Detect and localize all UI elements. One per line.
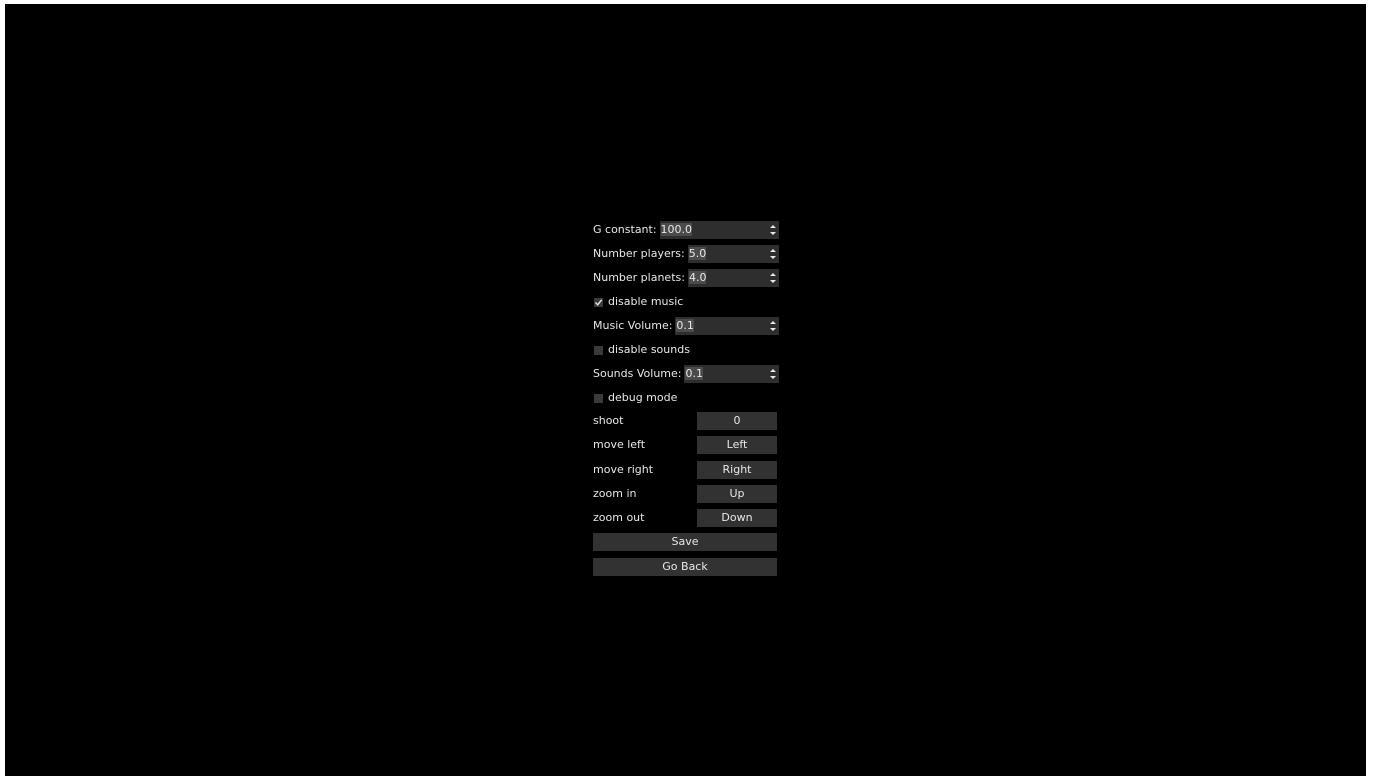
spin-arrows-icon[interactable] <box>770 272 776 284</box>
debug-mode-checkbox[interactable] <box>594 393 603 403</box>
g-constant-label: G constant: <box>593 223 657 236</box>
keybinding-row-move-left: move left Left <box>593 436 779 454</box>
spin-arrows-icon[interactable] <box>770 224 776 236</box>
debug-mode-row[interactable]: debug mode <box>593 389 779 407</box>
sounds-volume-value[interactable]: 0.1 <box>685 365 703 383</box>
number-players-value[interactable]: 5.0 <box>688 245 707 263</box>
sounds-volume-spinbox[interactable]: 0.1 <box>684 365 779 383</box>
keybinding-button-shoot[interactable]: 0 <box>697 412 777 430</box>
number-planets-spinbox[interactable]: 4.0 <box>687 269 779 287</box>
keybinding-button-move-right[interactable]: Right <box>697 461 777 479</box>
go-back-button[interactable]: Go Back <box>593 558 777 576</box>
spin-arrows-icon[interactable] <box>770 320 776 332</box>
keybinding-action-label: zoom in <box>593 487 637 500</box>
save-button[interactable]: Save <box>593 533 777 551</box>
keybinding-action-label: move left <box>593 438 646 451</box>
keybinding-button-zoom-out[interactable]: Down <box>697 509 777 527</box>
g-constant-row: G constant: 100.0 <box>593 221 779 239</box>
keybinding-row-move-right: move right Right <box>593 461 779 479</box>
keybinding-action-label: move right <box>593 463 654 476</box>
keybinding-button-move-left[interactable]: Left <box>697 436 777 454</box>
keybinding-row-zoom-out: zoom out Down <box>593 509 779 527</box>
music-volume-value[interactable]: 0.1 <box>676 317 694 335</box>
number-players-spinbox[interactable]: 5.0 <box>687 245 779 263</box>
spin-arrows-icon[interactable] <box>770 368 776 380</box>
disable-sounds-label[interactable]: disable sounds <box>608 341 690 359</box>
keybinding-row-shoot: shoot 0 <box>593 412 779 430</box>
game-viewport: G constant: 100.0 Number players: 5.0 Nu… <box>5 4 1366 776</box>
disable-music-checkbox[interactable] <box>594 297 603 307</box>
music-volume-row: Music Volume: 0.1 <box>593 317 779 335</box>
keybinding-action-label: shoot <box>593 414 624 427</box>
keybinding-button-zoom-in[interactable]: Up <box>697 485 777 503</box>
g-constant-spinbox[interactable]: 100.0 <box>659 221 779 239</box>
number-planets-value[interactable]: 4.0 <box>688 269 707 287</box>
music-volume-spinbox[interactable]: 0.1 <box>675 317 779 335</box>
debug-mode-label[interactable]: debug mode <box>608 389 677 407</box>
disable-music-label[interactable]: disable music <box>608 293 683 311</box>
number-players-label: Number players: <box>593 247 685 260</box>
checkmark-icon <box>594 298 603 306</box>
disable-music-row[interactable]: disable music <box>593 293 779 311</box>
sounds-volume-label: Sounds Volume: <box>593 367 682 380</box>
keybinding-row-zoom-in: zoom in Up <box>593 485 779 503</box>
spin-arrows-icon[interactable] <box>770 248 776 260</box>
sounds-volume-row: Sounds Volume: 0.1 <box>593 365 779 383</box>
number-planets-label: Number planets: <box>593 271 685 284</box>
disable-sounds-row[interactable]: disable sounds <box>593 341 779 359</box>
disable-sounds-checkbox[interactable] <box>594 345 603 355</box>
number-planets-row: Number planets: 4.0 <box>593 269 779 287</box>
g-constant-value[interactable]: 100.0 <box>660 221 693 239</box>
number-players-row: Number players: 5.0 <box>593 245 779 263</box>
music-volume-label: Music Volume: <box>593 319 673 332</box>
keybinding-action-label: zoom out <box>593 511 645 524</box>
